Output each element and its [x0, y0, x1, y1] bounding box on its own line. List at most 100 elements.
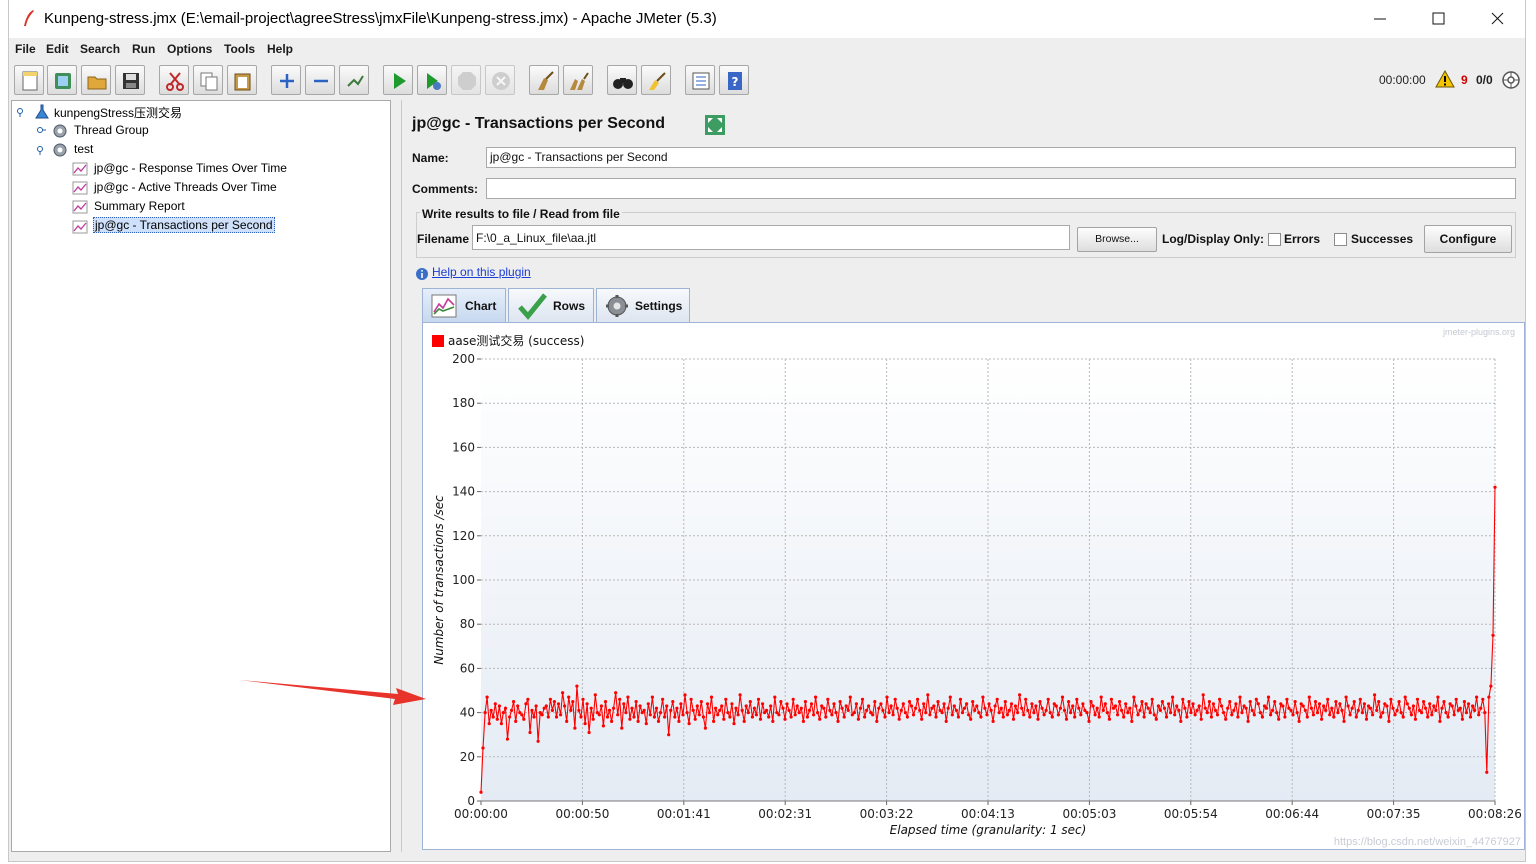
- tree-item-test[interactable]: test: [74, 142, 93, 156]
- successes-checkbox[interactable]: [1334, 233, 1347, 246]
- x-tick-label: 00:00:50: [555, 807, 609, 821]
- data-point: [863, 715, 867, 719]
- data-point: [830, 713, 834, 717]
- copy-button[interactable]: [193, 65, 223, 95]
- warning-icon[interactable]: [1435, 70, 1455, 88]
- save-button[interactable]: [115, 65, 145, 95]
- data-point: [534, 704, 538, 708]
- help-button[interactable]: ?: [719, 65, 749, 95]
- close-button[interactable]: [1467, 0, 1525, 38]
- data-point: [707, 711, 712, 715]
- data-point: [1209, 715, 1213, 719]
- menu-run[interactable]: Run: [132, 42, 155, 56]
- data-point: [1315, 711, 1320, 715]
- filename-field[interactable]: F:\0_a_Linux_file\aa.jtl: [472, 225, 1070, 250]
- data-point: [1013, 704, 1018, 708]
- data-point: [877, 706, 881, 710]
- data-point: [1324, 708, 1328, 712]
- cut-button[interactable]: [159, 65, 189, 95]
- toggle-button[interactable]: [339, 65, 369, 95]
- data-point: [785, 702, 789, 706]
- errors-checkbox[interactable]: [1268, 233, 1281, 246]
- data-point: [628, 717, 632, 721]
- start-no-pauses-button[interactable]: [417, 65, 447, 95]
- data-point: [1481, 697, 1485, 701]
- data-point: [1064, 717, 1069, 721]
- data-point: [1271, 708, 1275, 712]
- comments-field[interactable]: [486, 178, 1516, 199]
- open-button[interactable]: [81, 65, 111, 95]
- tree-root-test-plan[interactable]: kunpengStress压测交易: [54, 104, 182, 121]
- paste-button[interactable]: [227, 65, 257, 95]
- errors-label: Errors: [1284, 232, 1321, 246]
- data-point: [709, 695, 714, 699]
- clear-button[interactable]: [529, 65, 559, 95]
- data-point: [1062, 708, 1067, 712]
- templates-button[interactable]: [47, 65, 77, 95]
- data-point: [973, 708, 977, 712]
- data-point: [1011, 717, 1016, 721]
- data-point: [1338, 702, 1342, 706]
- data-point: [1069, 711, 1073, 715]
- expand-all-button[interactable]: [271, 65, 301, 95]
- stop-button[interactable]: [451, 65, 481, 95]
- start-button[interactable]: [383, 65, 413, 95]
- data-point: [697, 713, 701, 717]
- name-field[interactable]: jp@gc - Transactions per Second: [486, 147, 1516, 168]
- clear-all-button[interactable]: [563, 65, 593, 95]
- data-point: [1322, 704, 1326, 708]
- reset-search-button[interactable]: [641, 65, 671, 95]
- tree-expander-test[interactable]: [36, 145, 46, 155]
- data-point: [848, 695, 852, 699]
- configure-button[interactable]: Configure: [1424, 225, 1512, 253]
- tab-chart[interactable]: Chart: [422, 288, 506, 322]
- data-point: [1275, 711, 1279, 715]
- menu-edit[interactable]: Edit: [46, 42, 69, 56]
- data-point: [1189, 711, 1193, 715]
- menu-file[interactable]: File: [15, 42, 36, 56]
- data-point: [824, 715, 828, 719]
- minimize-button[interactable]: [1351, 0, 1409, 38]
- data-point: [1354, 715, 1358, 719]
- data-point: [1228, 700, 1232, 704]
- chart-panel: jmeter-plugins.org aase测试交易 (success) 0 20 4…: [422, 322, 1525, 850]
- data-point: [1016, 711, 1020, 715]
- function-helper-button[interactable]: [685, 65, 715, 95]
- tree-expander-thread-group[interactable]: [36, 126, 46, 136]
- x-tick-label: 00:00:00: [454, 807, 508, 821]
- search-button[interactable]: [607, 65, 637, 95]
- maximize-button[interactable]: [1409, 0, 1467, 38]
- shutdown-button[interactable]: [485, 65, 515, 95]
- split-pane-divider[interactable]: [393, 100, 399, 852]
- data-point: [1332, 715, 1336, 719]
- data-point: [1289, 708, 1293, 712]
- data-point: [1283, 715, 1287, 719]
- data-point: [524, 702, 528, 706]
- collapse-all-button[interactable]: [305, 65, 335, 95]
- data-point: [1160, 700, 1164, 704]
- data-point: [1067, 700, 1071, 704]
- menu-help[interactable]: Help: [267, 42, 293, 56]
- data-point: [1193, 713, 1197, 717]
- data-point: [793, 713, 797, 717]
- tree-item-transactions-per-second[interactable]: jp@gc - Transactions per Second: [93, 217, 275, 233]
- help-plugin-link[interactable]: Help on this plugin: [432, 265, 531, 279]
- tab-settings[interactable]: Settings: [596, 288, 690, 322]
- menu-options[interactable]: Options: [167, 42, 212, 56]
- tree-item-summary-report[interactable]: Summary Report: [94, 199, 185, 213]
- menu-tools[interactable]: Tools: [224, 42, 255, 56]
- new-button[interactable]: [14, 65, 44, 95]
- data-point: [701, 715, 705, 719]
- tree-item-active-threads[interactable]: jp@gc - Active Threads Over Time: [94, 180, 277, 194]
- menu-search[interactable]: Search: [80, 42, 120, 56]
- data-point: [530, 708, 534, 712]
- tab-rows[interactable]: Rows: [508, 288, 594, 322]
- tree-item-thread-group[interactable]: Thread Group: [74, 123, 149, 137]
- data-point: [1207, 700, 1211, 704]
- data-point: [1132, 695, 1136, 699]
- tree-item-response-times[interactable]: jp@gc - Response Times Over Time: [94, 161, 287, 175]
- browse-button[interactable]: Browse...: [1077, 227, 1157, 252]
- tree-expander-root[interactable]: [16, 107, 26, 117]
- expand-panel-icon[interactable]: [704, 114, 726, 136]
- data-point: [1081, 702, 1085, 706]
